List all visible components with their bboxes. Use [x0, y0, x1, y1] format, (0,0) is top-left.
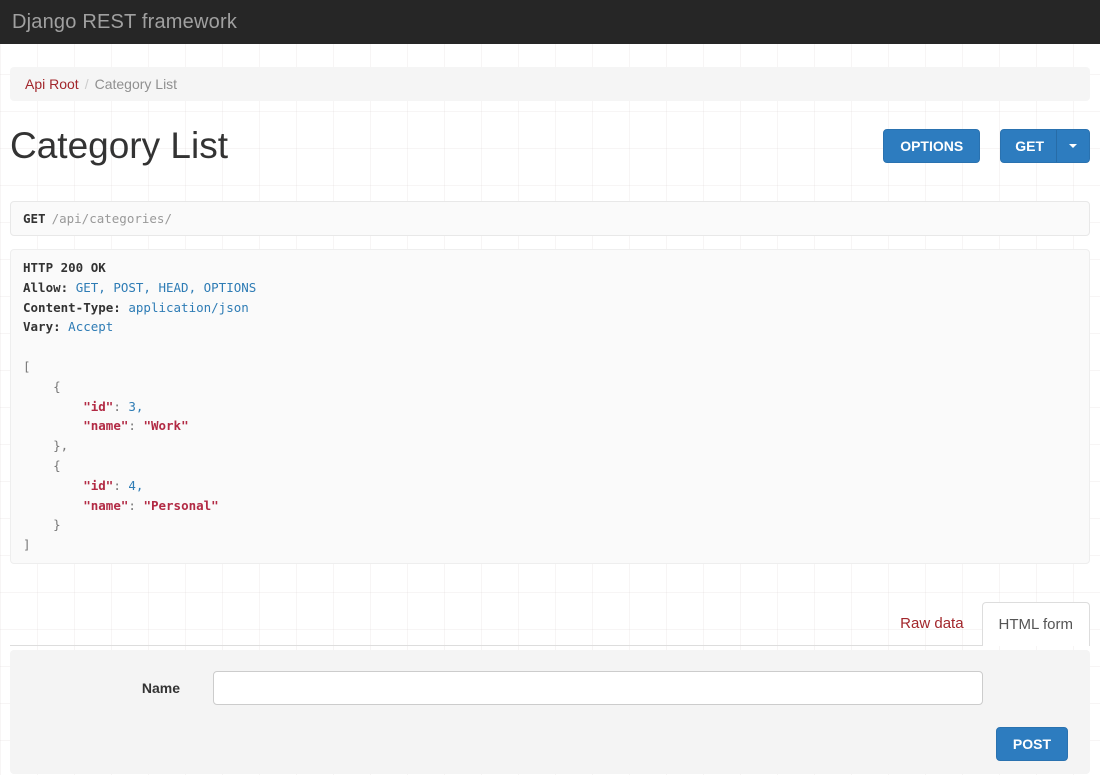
tabs-row: Raw data HTML form — [10, 602, 1090, 646]
breadcrumb-separator: / — [85, 76, 89, 92]
form-panel: Name POST — [10, 650, 1090, 774]
breadcrumb-link-api-root[interactable]: Api Root — [25, 76, 79, 92]
action-buttons: OPTIONS GET — [883, 129, 1090, 163]
app-title[interactable]: Django REST framework — [12, 11, 237, 34]
get-button[interactable]: GET — [1000, 129, 1090, 163]
page-title: Category List — [10, 125, 228, 167]
navbar: Django REST framework — [0, 0, 1100, 44]
get-button-label[interactable]: GET — [1001, 138, 1056, 154]
form-row: Name — [10, 650, 1090, 705]
tab-raw-data[interactable]: Raw data — [882, 602, 981, 645]
response-panel: HTTP 200 OK Allow: GET, POST, HEAD, OPTI… — [10, 249, 1090, 564]
request-path: /api/categories/ — [52, 211, 172, 226]
name-input[interactable] — [213, 671, 983, 705]
request-bar: GET/api/categories/ — [10, 201, 1090, 236]
tab-html-form[interactable]: HTML form — [982, 602, 1090, 646]
get-dropdown-toggle[interactable] — [1056, 130, 1089, 162]
breadcrumb-current: Category List — [95, 76, 177, 92]
options-button[interactable]: OPTIONS — [883, 129, 980, 163]
page-header: Category List OPTIONS GET — [10, 117, 1090, 175]
post-button[interactable]: POST — [996, 727, 1068, 761]
main-container: Api Root / Category List Category List OPT… — [0, 67, 1100, 774]
request-method: GET — [23, 211, 46, 226]
name-label: Name — [10, 680, 180, 696]
breadcrumb: Api Root / Category List — [10, 67, 1090, 101]
caret-down-icon — [1069, 144, 1077, 148]
response-body: HTTP 200 OK Allow: GET, POST, HEAD, OPTI… — [23, 258, 1077, 555]
